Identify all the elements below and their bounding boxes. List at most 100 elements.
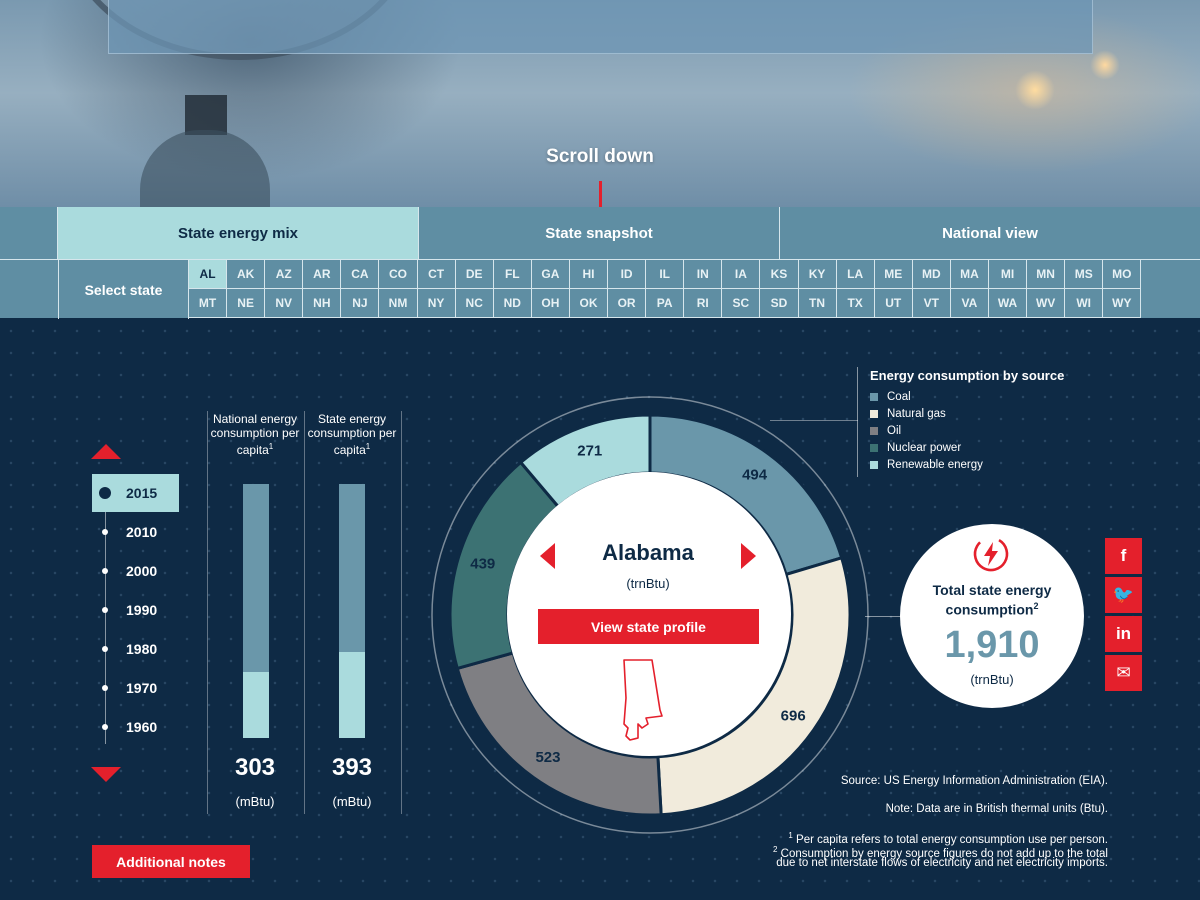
state-button-nm[interactable]: NM (379, 289, 418, 318)
state-button-ma[interactable]: MA (950, 260, 989, 289)
state-button-mo[interactable]: MO (1103, 260, 1142, 289)
state-button-nc[interactable]: NC (455, 289, 494, 318)
year-option-2015[interactable]: 2015 (92, 474, 179, 512)
divider (401, 411, 402, 814)
facebook-icon: f (1120, 546, 1127, 565)
next-state-arrow-icon[interactable] (741, 543, 756, 569)
state-button-wa[interactable]: WA (988, 289, 1028, 318)
state-button-ok[interactable]: OK (569, 289, 609, 318)
year-option-2010[interactable]: 2010 (92, 513, 179, 551)
state-button-nv[interactable]: NV (265, 289, 304, 318)
year-label: 1960 (126, 719, 158, 735)
state-button-ca[interactable]: CA (341, 260, 380, 289)
hero-panel (108, 0, 1093, 54)
state-button-fl[interactable]: FL (493, 260, 532, 289)
total-consumption-heading: Total state energy consumption2 (903, 582, 1081, 618)
year-option-2000[interactable]: 2000 (92, 552, 179, 590)
state-button-tx[interactable]: TX (836, 289, 875, 318)
state-button-ar[interactable]: AR (303, 260, 342, 289)
state-button-az[interactable]: AZ (265, 260, 304, 289)
year-option-1990[interactable]: 1990 (92, 591, 179, 629)
state-button-vt[interactable]: VT (912, 289, 951, 318)
footnote-marker: 2 (773, 845, 778, 854)
state-button-me[interactable]: ME (874, 260, 913, 289)
state-button-ny[interactable]: NY (417, 289, 456, 318)
year-option-1960[interactable]: 1960 (92, 708, 179, 746)
legend-label: Nuclear power (887, 442, 962, 454)
state-button-mt[interactable]: MT (189, 289, 228, 318)
state-button-ky[interactable]: KY (798, 260, 837, 289)
state-button-wi[interactable]: WI (1065, 289, 1104, 318)
state-selector: Select state AL AK AZ AR CA CO CT DE FL GA HI ID IL I… (0, 260, 1200, 319)
additional-notes-button[interactable]: Additional notes (92, 845, 250, 878)
total-consumption-title: Total state energy consumption (932, 582, 1052, 618)
year-dot-icon (102, 529, 108, 535)
state-button-oh[interactable]: OH (531, 289, 570, 318)
email-share-button[interactable]: ✉ (1105, 655, 1142, 692)
state-button-mi[interactable]: MI (988, 260, 1028, 289)
linkedin-share-button[interactable]: in (1105, 616, 1142, 653)
state-button-de[interactable]: DE (455, 260, 494, 289)
twitter-share-button[interactable]: 🐦 (1105, 577, 1142, 614)
email-icon: ✉ (1116, 663, 1131, 682)
state-button-ms[interactable]: MS (1065, 260, 1104, 289)
total-connector (865, 616, 902, 617)
tab-state-energy-mix[interactable]: State energy mix (58, 207, 419, 259)
state-button-ct[interactable]: CT (417, 260, 456, 289)
state-button-co[interactable]: CO (379, 260, 418, 289)
state-button-va[interactable]: VA (950, 289, 989, 318)
year-dot-icon (102, 685, 108, 691)
state-button-or[interactable]: OR (608, 289, 647, 318)
state-button-ri[interactable]: RI (684, 289, 723, 318)
year-dot-icon (102, 607, 108, 613)
state-button-wv[interactable]: WV (1027, 289, 1066, 318)
year-up-arrow-icon[interactable] (91, 444, 121, 459)
state-button-ak[interactable]: AK (227, 260, 266, 289)
state-button-pa[interactable]: PA (646, 289, 685, 318)
year-down-arrow-icon[interactable] (91, 767, 121, 782)
scroll-down-label[interactable]: Scroll down (0, 146, 1200, 168)
state-button-ut[interactable]: UT (874, 289, 913, 318)
state-button-hi[interactable]: HI (569, 260, 609, 289)
state-button-wy[interactable]: WY (1103, 289, 1142, 318)
state-per-capita-bar (339, 484, 365, 738)
state-button-id[interactable]: ID (608, 260, 647, 289)
state-button-ks[interactable]: KS (760, 260, 799, 289)
legend-label: Natural gas (887, 408, 946, 420)
footnote-marker: 1 (788, 831, 793, 840)
state-button-ga[interactable]: GA (531, 260, 570, 289)
year-label: 2015 (126, 485, 158, 501)
state-button-al[interactable]: AL (189, 260, 228, 289)
year-dot-icon (102, 724, 108, 730)
select-state-label: Select state (58, 260, 189, 319)
state-button-ia[interactable]: IA (722, 260, 761, 289)
btu-note: Note: Data are in British thermal units … (885, 803, 1108, 815)
tab-state-snapshot[interactable]: State snapshot (419, 207, 780, 259)
state-button-sc[interactable]: SC (722, 289, 761, 318)
legend-swatch (870, 444, 878, 452)
state-button-md[interactable]: MD (912, 260, 951, 289)
state-button-nj[interactable]: NJ (341, 289, 380, 318)
state-button-la[interactable]: LA (836, 260, 875, 289)
view-state-profile-button[interactable]: View state profile (538, 609, 759, 644)
tab-national-view[interactable]: National view (780, 207, 1200, 259)
national-per-capita-value: 303 (234, 754, 276, 781)
state-grid: AL AK AZ AR CA CO CT DE FL GA HI ID IL IN IA KS KY LA ME MD… (189, 260, 1142, 318)
state-button-in[interactable]: IN (684, 260, 723, 289)
state-button-mn[interactable]: MN (1027, 260, 1066, 289)
state-button-il[interactable]: IL (646, 260, 685, 289)
state-button-sd[interactable]: SD (760, 289, 799, 318)
year-option-1980[interactable]: 1980 (92, 630, 179, 668)
legend-swatch (870, 427, 878, 435)
previous-state-arrow-icon[interactable] (540, 543, 555, 569)
state-button-nh[interactable]: NH (303, 289, 342, 318)
year-option-1970[interactable]: 1970 (92, 669, 179, 707)
alabama-outline-icon (623, 659, 663, 741)
state-button-tn[interactable]: TN (798, 289, 837, 318)
state-button-ne[interactable]: NE (227, 289, 266, 318)
facebook-share-button[interactable]: f (1105, 538, 1142, 575)
year-dot-icon (99, 487, 111, 499)
legend-item-nuclear-power: Nuclear power (870, 442, 961, 454)
state-button-nd[interactable]: ND (493, 289, 532, 318)
source-note: Source: US Energy Information Administra… (840, 775, 1108, 787)
